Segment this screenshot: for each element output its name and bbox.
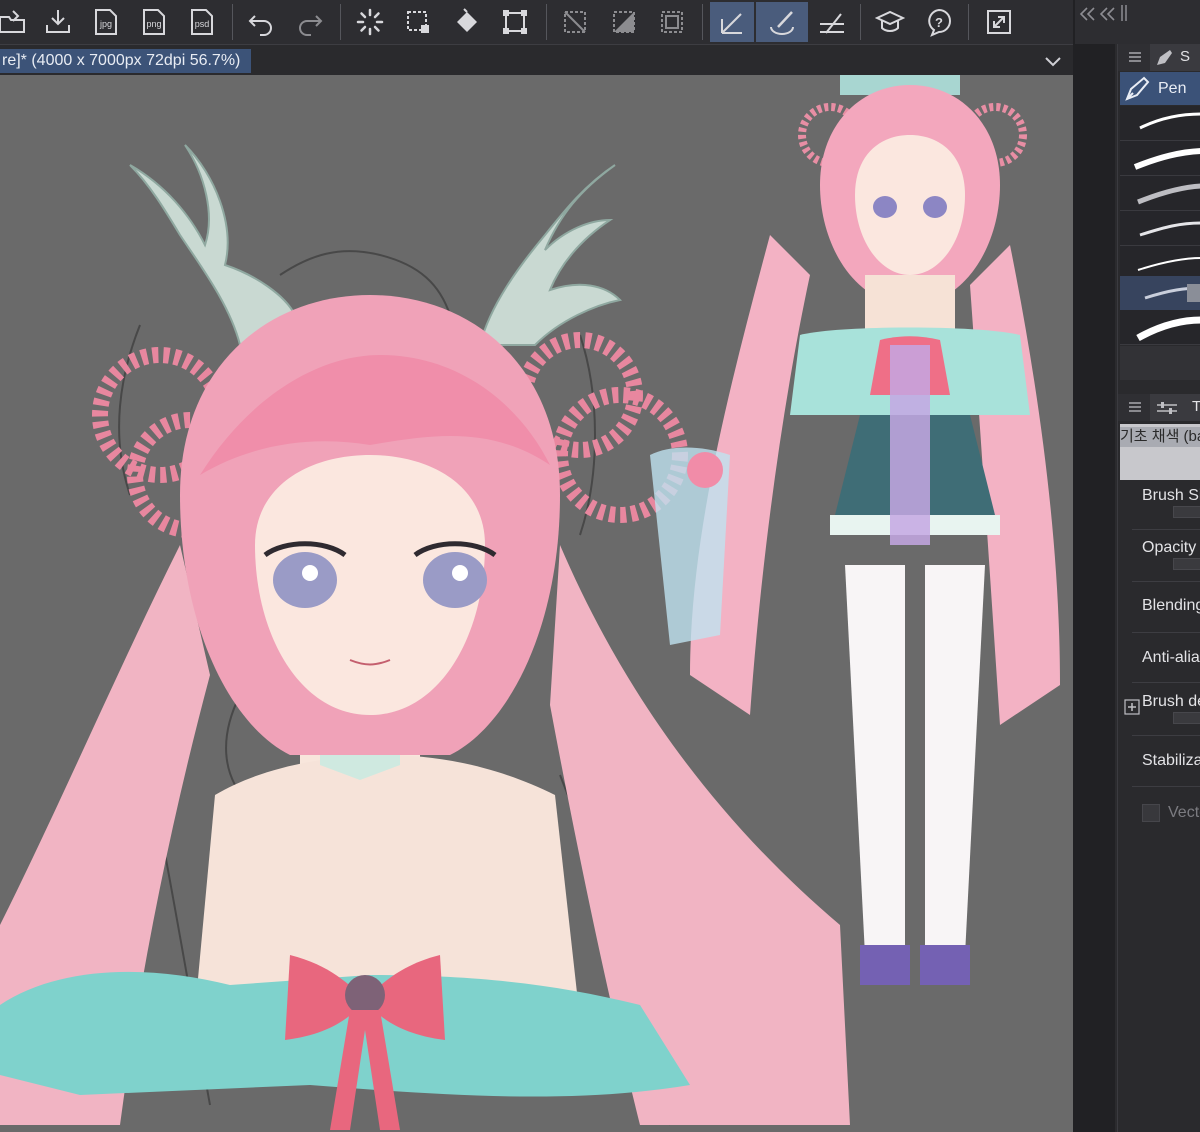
brush-size-slider[interactable] — [1173, 506, 1200, 518]
drawing-canvas[interactable] — [0, 75, 1073, 1132]
pen-tab-icon — [1157, 50, 1172, 65]
export-jpg-icon[interactable]: jpg — [86, 2, 126, 42]
export-psd-icon[interactable]: psd — [182, 2, 222, 42]
fill-bucket-icon[interactable] — [447, 2, 487, 42]
brush-preset-name: 기초 채색 (ba — [1120, 427, 1200, 447]
panel-divider-strip — [1073, 0, 1115, 1132]
vector-checkbox[interactable] — [1142, 804, 1160, 822]
sub-tool-tabs: S — [1118, 44, 1200, 71]
property-blending-label[interactable]: Blending — [1142, 597, 1200, 615]
brush-density-slider[interactable] — [1173, 712, 1200, 724]
fullscreen-icon[interactable] — [979, 2, 1019, 42]
property-brush-density-label: Brush de — [1142, 693, 1200, 710]
brush-stroke-preview[interactable] — [1120, 106, 1200, 141]
tool-item-pen[interactable]: Pen — [1120, 72, 1200, 105]
expand-plus-icon[interactable] — [1124, 699, 1140, 715]
redo-icon[interactable] — [290, 2, 330, 42]
divider — [1132, 682, 1200, 683]
divider — [1132, 786, 1200, 787]
property-anti-aliasing-label[interactable]: Anti-alia — [1142, 649, 1200, 667]
brush-stroke-preview[interactable] — [1120, 176, 1200, 211]
top-toolbar: jpg png psd ? — [0, 0, 1075, 44]
brush-stroke-preview[interactable] — [1120, 141, 1200, 176]
property-brush-size-label: Brush Si — [1142, 487, 1200, 504]
divider — [1132, 735, 1200, 736]
deselect-icon[interactable] — [555, 2, 595, 42]
sub-tool-panel: S Pen T 기초 채색 (ba Brush Si Opacity Blend… — [1117, 44, 1200, 1132]
tab-sub-tool[interactable]: S — [1150, 44, 1200, 71]
brush-stroke-preview-selected[interactable] — [1120, 276, 1200, 311]
tab-tool-property[interactable]: T — [1150, 394, 1200, 421]
svg-text:psd: psd — [195, 19, 210, 29]
property-stabilization-label[interactable]: Stabiliza — [1142, 752, 1200, 770]
divider — [1132, 529, 1200, 530]
loading-spinner-icon[interactable] — [350, 2, 390, 42]
brush-stroke-preview[interactable] — [1120, 310, 1200, 345]
chevron-down-icon[interactable] — [1043, 51, 1063, 71]
svg-text:jpg: jpg — [99, 19, 112, 29]
sliders-icon — [1157, 402, 1177, 414]
tutorial-cap-icon[interactable] — [870, 2, 910, 42]
collapse-panels-icon[interactable] — [1079, 6, 1119, 22]
brush-stroke-preview[interactable] — [1120, 211, 1200, 246]
transform-selection-icon[interactable] — [398, 2, 438, 42]
drag-handle-icon[interactable] — [1120, 4, 1130, 22]
select-all-icon[interactable] — [652, 2, 692, 42]
tool-property-tabs: T — [1118, 394, 1200, 421]
document-tab[interactable]: re]* (4000 x 7000px 72dpi 56.7%) — [0, 49, 251, 73]
undo-icon[interactable] — [241, 2, 281, 42]
line-snap-icon[interactable] — [812, 2, 852, 42]
menu-icon[interactable] — [1128, 400, 1142, 414]
document-tab-bar: re]* (4000 x 7000px 72dpi 56.7%) — [0, 44, 1075, 76]
pen-icon — [1125, 76, 1150, 101]
panel-header-bar — [1075, 0, 1200, 44]
menu-icon[interactable] — [1128, 50, 1142, 64]
svg-text:?: ? — [935, 15, 943, 30]
save-file-icon[interactable] — [38, 2, 78, 42]
svg-text:png: png — [146, 19, 161, 29]
property-opacity-label: Opacity — [1142, 539, 1197, 556]
brush-preset-preview[interactable]: 기초 채색 (ba — [1120, 424, 1200, 480]
export-png-icon[interactable]: png — [134, 2, 174, 42]
transform-icon[interactable] — [495, 2, 535, 42]
vector-label: Vecto — [1168, 804, 1200, 821]
sub-tool-empty-area — [1120, 346, 1200, 380]
ruler-snap-icon[interactable] — [710, 2, 754, 42]
divider — [1132, 632, 1200, 633]
opacity-slider[interactable] — [1173, 558, 1200, 570]
help-icon[interactable]: ? — [919, 2, 959, 42]
open-file-icon[interactable] — [0, 2, 32, 42]
brush-snap-icon[interactable] — [756, 2, 808, 42]
invert-selection-icon[interactable] — [604, 2, 644, 42]
divider — [1132, 581, 1200, 582]
character-artwork — [0, 75, 1060, 1130]
